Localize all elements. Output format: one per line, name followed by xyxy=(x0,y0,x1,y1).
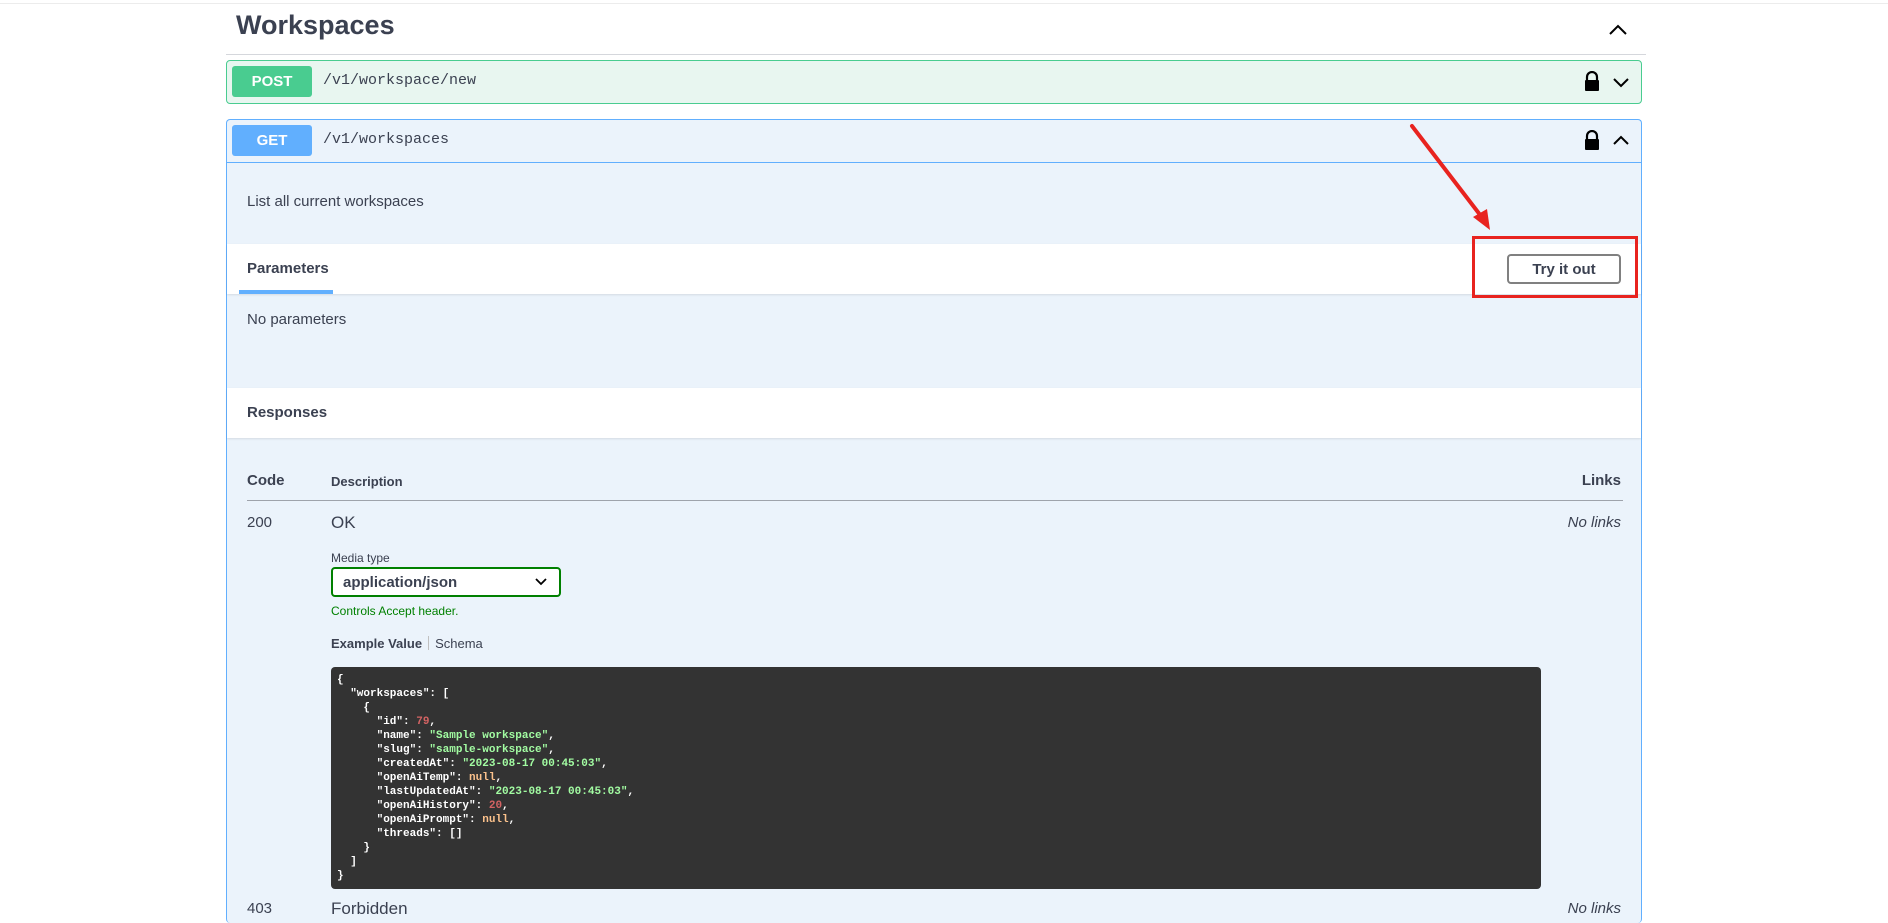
response-description: Forbidden xyxy=(331,899,408,918)
opblock-summary[interactable]: POST /v1/workspace/new xyxy=(227,61,1641,103)
opblock-get-workspaces: GET /v1/workspaces List all current work… xyxy=(226,119,1642,923)
tab-example-value[interactable]: Example Value xyxy=(331,636,422,651)
tab-schema[interactable]: Schema xyxy=(435,636,483,651)
media-type-value: application/json xyxy=(343,574,458,591)
lock-icon[interactable] xyxy=(1583,130,1601,152)
tab-parameters[interactable]: Parameters xyxy=(247,260,329,277)
top-border xyxy=(0,3,1888,4)
column-header-description: Description xyxy=(331,474,403,489)
response-links: No links xyxy=(1567,900,1621,917)
column-header-links: Links xyxy=(1581,472,1621,489)
chevron-up-icon[interactable] xyxy=(1611,131,1631,151)
operation-description: List all current workspaces xyxy=(247,193,424,210)
opblock-post-workspace-new: POST /v1/workspace/new xyxy=(226,60,1642,104)
endpoint-path: /v1/workspace/new xyxy=(323,72,477,89)
method-badge-get: GET xyxy=(232,125,312,156)
chevron-up-icon[interactable] xyxy=(1606,18,1630,42)
response-links: No links xyxy=(1567,514,1621,531)
parameters-header: Parameters Try it out xyxy=(227,244,1641,294)
no-parameters-text: No parameters xyxy=(247,311,347,328)
opblock-summary[interactable]: GET /v1/workspaces xyxy=(227,120,1641,163)
tab-separator xyxy=(428,636,430,650)
media-type-select[interactable]: application/json xyxy=(331,567,561,597)
endpoint-path: /v1/workspaces xyxy=(323,131,450,148)
section-divider xyxy=(226,54,1646,55)
column-header-code: Code xyxy=(247,472,285,489)
responses-header: Responses xyxy=(227,388,1641,438)
table-header-divider xyxy=(247,500,1623,501)
response-description: OK xyxy=(331,513,356,532)
response-code: 403 xyxy=(247,900,273,917)
method-badge-post: POST xyxy=(232,66,312,97)
example-schema-tabs: Example Value Schema xyxy=(331,636,483,651)
responses-title: Responses xyxy=(247,404,328,421)
tab-active-indicator xyxy=(239,290,333,294)
try-it-out-button[interactable]: Try it out xyxy=(1507,254,1621,284)
chevron-down-icon[interactable] xyxy=(1611,72,1631,92)
section-title[interactable]: Workspaces xyxy=(236,10,395,41)
chevron-down-icon xyxy=(535,578,547,586)
controls-accept-note: Controls Accept header. xyxy=(331,604,459,618)
response-code: 200 xyxy=(247,514,273,531)
lock-icon[interactable] xyxy=(1583,71,1601,93)
example-value-code: { "workspaces": [ { "id": 79, "name": "S… xyxy=(331,667,1541,889)
media-type-label: Media type xyxy=(331,551,390,565)
